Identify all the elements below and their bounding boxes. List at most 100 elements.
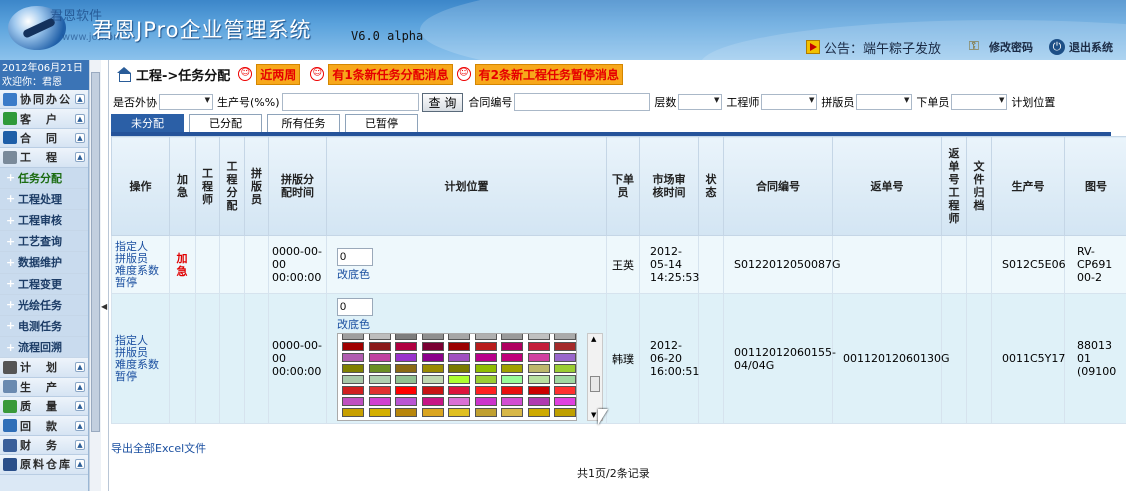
color-swatch[interactable] bbox=[342, 386, 364, 395]
color-swatch[interactable] bbox=[448, 364, 470, 373]
expand-icon[interactable]: ▲ bbox=[75, 94, 85, 105]
color-swatch[interactable] bbox=[421, 334, 444, 340]
color-swatch[interactable] bbox=[474, 408, 497, 417]
sidebar-item-contract[interactable]: 合 同 ▲ bbox=[0, 128, 88, 149]
color-swatch[interactable] bbox=[368, 364, 391, 373]
sidebar-item-finance[interactable]: 财 务 ▲ bbox=[0, 435, 88, 456]
color-swatch[interactable] bbox=[421, 386, 444, 395]
color-swatch[interactable] bbox=[501, 334, 523, 340]
scroll-down-icon[interactable]: ▼ bbox=[591, 411, 596, 419]
layout-person-link[interactable]: 拼版员 bbox=[115, 346, 166, 359]
sidebar-scrollbar[interactable] bbox=[89, 60, 101, 491]
scroll-up-icon[interactable]: ▲ bbox=[591, 335, 596, 343]
change-password-link[interactable]: ⚿ 修改密码 bbox=[969, 38, 1033, 56]
color-swatch[interactable] bbox=[527, 375, 550, 384]
color-swatch[interactable] bbox=[368, 353, 391, 362]
color-swatch[interactable] bbox=[448, 375, 470, 384]
expand-icon[interactable]: ▲ bbox=[75, 381, 85, 392]
contract-no-input[interactable] bbox=[514, 93, 651, 111]
palette-scroll-thumb[interactable] bbox=[590, 376, 600, 392]
tag-recent-two-weeks[interactable]: 近两周 bbox=[256, 63, 301, 85]
pause-link[interactable]: 暂停 bbox=[115, 276, 166, 289]
sidebar-item-quality[interactable]: 质 量 ▲ bbox=[0, 397, 88, 417]
color-swatch[interactable] bbox=[554, 375, 576, 384]
expand-icon[interactable]: ▲ bbox=[75, 459, 85, 470]
sidebar-subitem[interactable]: + 流程回溯 bbox=[0, 337, 88, 359]
order-person-select[interactable] bbox=[951, 94, 1008, 110]
color-swatch[interactable] bbox=[448, 334, 470, 340]
color-swatch[interactable] bbox=[421, 364, 444, 373]
color-swatch[interactable] bbox=[342, 408, 364, 417]
color-swatch[interactable] bbox=[342, 397, 364, 406]
tag-new-assignment-message[interactable]: 有1条新任务分配消息 bbox=[328, 63, 453, 85]
color-swatch[interactable] bbox=[527, 342, 550, 351]
assign-person-link[interactable]: 指定人 bbox=[115, 334, 166, 347]
layers-select[interactable] bbox=[678, 94, 723, 110]
color-swatch[interactable] bbox=[527, 397, 550, 406]
color-swatch[interactable] bbox=[527, 408, 550, 417]
expand-icon[interactable]: ▲ bbox=[75, 362, 85, 373]
color-swatch[interactable] bbox=[342, 364, 364, 373]
tab-all-tasks[interactable]: 所有任务 bbox=[267, 114, 340, 133]
color-swatch[interactable] bbox=[501, 342, 523, 351]
engineer-select[interactable] bbox=[761, 94, 818, 110]
color-palette[interactable] bbox=[337, 333, 577, 421]
sidebar-item-warehouse[interactable]: 原料仓库 ▲ bbox=[0, 455, 88, 475]
color-swatch[interactable] bbox=[368, 334, 391, 340]
color-swatch[interactable] bbox=[448, 342, 470, 351]
color-swatch[interactable] bbox=[421, 353, 444, 362]
scrollbar-thumb[interactable] bbox=[91, 72, 100, 432]
sidebar-subitem[interactable]: + 任务分配 bbox=[0, 167, 88, 189]
color-swatch[interactable] bbox=[368, 386, 391, 395]
layout-person-link[interactable]: 拼版员 bbox=[115, 252, 166, 265]
color-swatch[interactable] bbox=[554, 397, 576, 406]
color-swatch[interactable] bbox=[554, 364, 576, 373]
color-swatch[interactable] bbox=[527, 334, 550, 340]
sidebar-item-customer[interactable]: 客 户 ▲ bbox=[0, 109, 88, 129]
color-swatch[interactable] bbox=[554, 408, 576, 417]
color-swatch[interactable] bbox=[395, 334, 417, 340]
color-swatch[interactable] bbox=[395, 342, 417, 351]
color-swatch[interactable] bbox=[527, 364, 550, 373]
tab-assigned[interactable]: 已分配 bbox=[189, 114, 262, 133]
expand-icon[interactable]: ▲ bbox=[75, 113, 85, 124]
color-swatch[interactable] bbox=[395, 408, 417, 417]
tab-unassigned[interactable]: 未分配 bbox=[111, 114, 184, 133]
production-no-input[interactable] bbox=[281, 93, 419, 111]
color-swatch[interactable] bbox=[395, 375, 417, 384]
color-swatch[interactable] bbox=[395, 364, 417, 373]
sidebar-item-office[interactable]: 协同办公 ▲ bbox=[0, 90, 88, 110]
color-swatch[interactable] bbox=[342, 353, 364, 362]
expand-icon[interactable]: ▲ bbox=[75, 420, 85, 431]
color-swatch[interactable] bbox=[554, 334, 576, 340]
change-color-link[interactable]: 改底色 bbox=[337, 318, 370, 331]
palette-scrollbar[interactable]: ▲ ▼ bbox=[587, 333, 603, 421]
color-swatch[interactable] bbox=[501, 386, 523, 395]
color-swatch[interactable] bbox=[368, 342, 391, 351]
outsource-select[interactable] bbox=[159, 94, 213, 110]
expand-icon[interactable]: ▲ bbox=[75, 152, 85, 163]
sidebar-subitem[interactable]: + 工艺查询 bbox=[0, 231, 88, 253]
color-swatch[interactable] bbox=[474, 375, 497, 384]
color-swatch[interactable] bbox=[501, 353, 523, 362]
color-swatch[interactable] bbox=[448, 397, 470, 406]
notice-text[interactable]: 公告：端午粽子发放 bbox=[824, 38, 941, 57]
color-swatch[interactable] bbox=[448, 353, 470, 362]
color-swatch[interactable] bbox=[527, 386, 550, 395]
sidebar-subitem[interactable]: + 数据维护 bbox=[0, 252, 88, 274]
color-swatch[interactable] bbox=[474, 353, 497, 362]
color-swatch[interactable] bbox=[421, 375, 444, 384]
export-excel-link[interactable]: 导出全部Excel文件 bbox=[111, 440, 206, 456]
sidebar-subitem[interactable]: + 工程处理 bbox=[0, 188, 88, 210]
sidebar-subitem[interactable]: + 电测任务 bbox=[0, 315, 88, 338]
color-swatch[interactable] bbox=[501, 408, 523, 417]
color-swatch[interactable] bbox=[554, 342, 576, 351]
color-swatch[interactable] bbox=[368, 397, 391, 406]
query-button[interactable]: 查 询 bbox=[421, 92, 464, 112]
pause-link[interactable]: 暂停 bbox=[115, 370, 166, 383]
color-swatch[interactable] bbox=[501, 375, 523, 384]
color-swatch[interactable] bbox=[554, 353, 576, 362]
color-swatch[interactable] bbox=[527, 353, 550, 362]
notice-area[interactable]: 公告：端午粽子发放 bbox=[806, 38, 941, 57]
tag-paused-task-message[interactable]: 有2条新工程任务暂停消息 bbox=[474, 63, 624, 85]
